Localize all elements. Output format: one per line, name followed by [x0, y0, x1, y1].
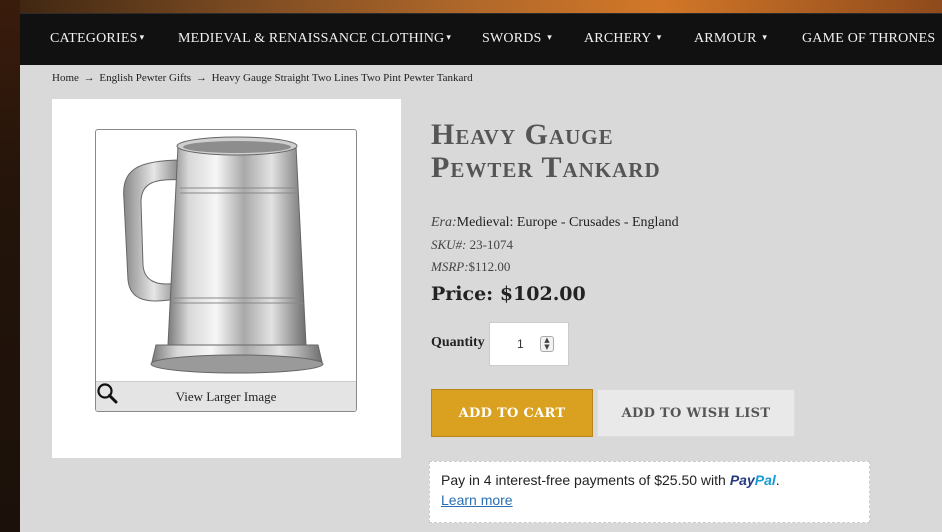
breadcrumb-current: Heavy Gauge Straight Two Lines Two Pint … — [211, 72, 473, 84]
breadcrumb-separator: → — [83, 72, 95, 84]
product-content: Home → English Pewter Gifts → Heavy Gaug… — [20, 65, 942, 532]
product-image-frame[interactable]: View Larger Image — [95, 129, 357, 412]
spinner-arrows-icon[interactable]: ▲ ▼ — [540, 336, 554, 352]
sku-value: 23-1074 — [466, 237, 513, 252]
caret-down-icon: ▾ — [547, 32, 552, 42]
breadcrumb-category[interactable]: English Pewter Gifts — [99, 72, 191, 84]
product-sku: SKU#: 23-1074 — [431, 237, 513, 253]
breadcrumb: Home → English Pewter Gifts → Heavy Gaug… — [52, 72, 475, 84]
caret-down-icon: ▾ — [762, 32, 768, 42]
paypal-pay-later-box: Pay in 4 interest-free payments of $25.5… — [429, 461, 870, 523]
sku-label: SKU#: — [431, 237, 467, 252]
nav-label: GAME OF THRONES — [802, 31, 936, 46]
product-msrp: MSRP:$112.00 — [431, 259, 510, 275]
nav-label: SWORDS — [482, 31, 542, 46]
caret-down-icon: ▾ — [139, 32, 145, 42]
top-decorative-banner — [0, 0, 942, 13]
nav-item-archery[interactable]: ARCHERY ▾ — [584, 31, 661, 47]
nav-item-clothing[interactable]: MEDIEVAL & RENAISSANCE CLOTHING ▾ — [178, 31, 451, 47]
quantity-label: Quantity — [431, 335, 485, 350]
era-label: Era: — [431, 215, 457, 230]
price-value: $102.00 — [499, 283, 586, 305]
title-line-2: Pewter Tankard — [431, 151, 661, 184]
add-to-cart-button[interactable]: ADD TO CART — [431, 389, 593, 437]
nav-item-swords[interactable]: SWORDS ▾ — [482, 31, 552, 47]
era-value: Medieval: Europe - Crusades - England — [456, 215, 679, 230]
product-era: Era:Medieval: Europe - Crusades - Englan… — [431, 215, 679, 231]
magnifier-icon — [97, 383, 118, 404]
nav-label: MEDIEVAL & RENAISSANCE CLOTHING — [178, 31, 445, 46]
view-larger-label: View Larger Image — [175, 388, 277, 404]
paypal-message: Pay in 4 interest-free payments of $25.5… — [441, 472, 726, 488]
nav-item-game-of-thrones[interactable]: GAME OF THRONES — [802, 31, 937, 47]
quantity-stepper[interactable]: 1 ▲ ▼ — [489, 322, 569, 366]
paypal-logo: PayPal — [729, 472, 776, 488]
nav-label: ARMOUR — [694, 31, 757, 46]
left-decorative-strip — [0, 0, 20, 532]
price-label: Price: — [431, 283, 494, 305]
product-title: Heavy Gauge Pewter Tankard — [431, 118, 751, 184]
add-to-wish-list-button[interactable]: ADD TO WISH LIST — [597, 389, 795, 437]
product-image-card: View Larger Image — [52, 99, 401, 458]
main-navbar: CATEGORIES ▾ MEDIEVAL & RENAISSANCE CLOTH… — [20, 13, 942, 65]
breadcrumb-separator: → — [195, 72, 207, 84]
product-price: Price: $102.00 — [431, 283, 586, 305]
paypal-period: . — [775, 472, 780, 488]
caret-down-icon: ▾ — [446, 32, 452, 42]
nav-label: ARCHERY — [584, 31, 652, 46]
paypal-learn-more-link[interactable]: Learn more — [441, 492, 513, 508]
view-larger-image-button[interactable]: View Larger Image — [96, 381, 356, 411]
nav-label: CATEGORIES — [50, 31, 138, 46]
msrp-label: MSRP: — [431, 259, 469, 274]
nav-item-categories[interactable]: CATEGORIES ▾ — [50, 31, 144, 47]
msrp-value: $112.00 — [468, 259, 511, 274]
quantity-value: 1 — [517, 337, 524, 351]
title-line-1: Heavy Gauge — [431, 118, 614, 151]
tankard-image — [123, 136, 324, 374]
paypal-message-line: Pay in 4 interest-free payments of $25.5… — [441, 472, 780, 488]
breadcrumb-home[interactable]: Home — [52, 72, 79, 84]
nav-item-armour[interactable]: ARMOUR ▾ — [694, 31, 767, 47]
caret-down-icon: ▾ — [656, 32, 662, 42]
